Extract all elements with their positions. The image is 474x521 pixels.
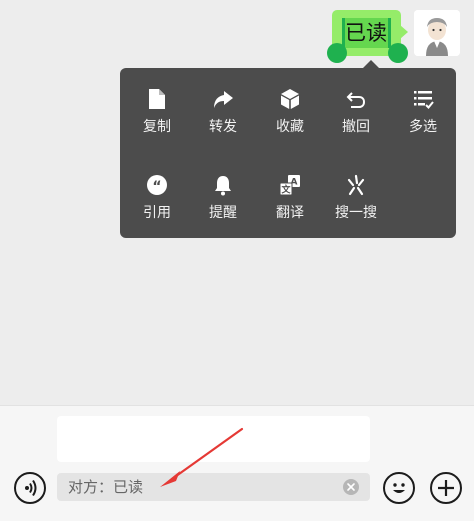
favorite-icon — [279, 88, 301, 110]
menu-item-label: 提醒 — [209, 205, 237, 221]
copy-icon — [146, 88, 168, 110]
emoji-button[interactable] — [383, 472, 415, 504]
selection-start-stem — [342, 18, 345, 48]
menu-item-label: 翻译 — [276, 205, 304, 221]
avatar-illustration-icon — [414, 10, 460, 56]
clear-icon[interactable] — [343, 479, 359, 495]
menu-item-forward[interactable]: 转发 — [190, 70, 256, 140]
voice-icon — [25, 479, 37, 497]
translate-icon: A文 — [279, 174, 301, 196]
quote-icon: “ — [146, 174, 168, 196]
selection-start-handle[interactable] — [327, 43, 347, 63]
selection-end-stem — [388, 18, 391, 48]
svg-text:文: 文 — [280, 184, 291, 196]
multiselect-icon — [412, 88, 434, 110]
menu-item-copy[interactable]: 复制 — [124, 70, 190, 140]
menu-item-label: 多选 — [409, 119, 437, 135]
menu-caret — [363, 60, 379, 68]
menu-item-label: 转发 — [209, 119, 237, 135]
menu-item-label: 搜一搜 — [335, 205, 377, 221]
bell-icon — [212, 174, 234, 196]
message-text[interactable]: 已读 — [342, 17, 390, 49]
menu-item-multiselect[interactable]: 多选 — [390, 70, 456, 140]
menu-item-label: 撤回 — [342, 119, 370, 135]
menu-item-label: 复制 — [143, 119, 171, 135]
menu-item-label: 引用 — [143, 205, 171, 221]
menu-item-quote[interactable]: “ 引用 — [124, 156, 190, 226]
search-sparkle-icon — [345, 174, 367, 196]
menu-item-remind[interactable]: 提醒 — [190, 156, 256, 226]
annotation-arrow-icon — [160, 427, 244, 487]
menu-item-recall[interactable]: 撤回 — [323, 70, 389, 140]
voice-button[interactable] — [14, 472, 46, 504]
selection-end-handle[interactable] — [388, 43, 408, 63]
plus-icon — [438, 480, 454, 496]
menu-item-label: 收藏 — [276, 119, 304, 135]
quote-preview-text: 对方：已读 — [68, 478, 144, 496]
emoji-icon — [393, 483, 405, 493]
svg-text:“: “ — [152, 179, 161, 195]
menu-item-favorite[interactable]: 收藏 — [257, 70, 323, 140]
forward-icon — [212, 88, 234, 110]
avatar[interactable] — [414, 10, 460, 56]
menu-item-translate[interactable]: A文 翻译 — [257, 156, 323, 226]
more-button[interactable] — [430, 472, 462, 504]
menu-item-search[interactable]: 搜一搜 — [323, 156, 389, 226]
recall-icon — [345, 88, 367, 110]
